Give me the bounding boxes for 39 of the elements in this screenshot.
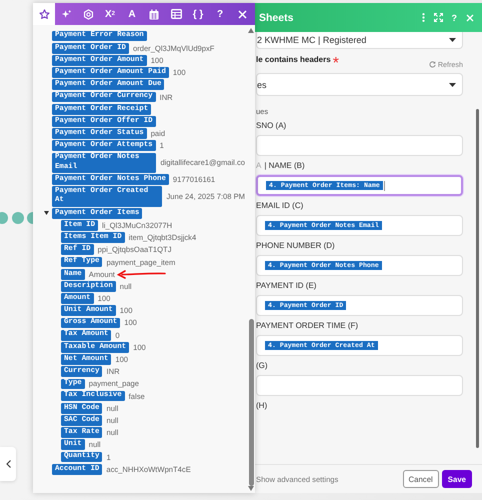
text-cursor	[384, 180, 385, 190]
chevron-left-icon	[6, 460, 10, 468]
scroll-up-icon[interactable]	[248, 28, 254, 33]
dropdown-caret-icon	[449, 82, 456, 86]
input-field[interactable]	[256, 135, 463, 156]
table-icon	[170, 9, 182, 19]
expand-icon[interactable]	[434, 13, 442, 22]
expand-caret-icon[interactable]	[44, 211, 49, 216]
field-label: PAYMENT ID (E)	[256, 281, 316, 291]
field-label: | NAME (B)	[264, 161, 305, 171]
sparkle-icon	[60, 8, 72, 20]
field-label: EMAIL ID (C)	[256, 201, 304, 211]
calendar-icon	[149, 8, 159, 20]
panel-title: Sheets	[259, 12, 294, 24]
field-label: SNO (A)	[256, 121, 286, 131]
module-dots-drawing	[0, 211, 33, 225]
connection-select[interactable]: 2 KWHME MC | Registered	[256, 32, 463, 49]
picker-tab[interactable]	[33, 3, 55, 25]
picker-tab[interactable]: { }	[187, 3, 209, 25]
dropdown-caret-icon	[449, 38, 456, 42]
picker-tab[interactable]: X$^{2}$	[99, 3, 121, 25]
field-label: (G)	[256, 361, 268, 371]
gear-icon	[82, 8, 94, 20]
picker-tab[interactable]: A	[121, 3, 143, 25]
scrollbar-thumb[interactable]	[248, 318, 254, 486]
refresh-icon	[428, 60, 436, 68]
star-icon	[38, 8, 50, 20]
scrollbar-thumb[interactable]	[476, 109, 479, 448]
field-label: PHONE NUMBER (D)	[256, 241, 335, 251]
field-label: le contains headers	[256, 55, 331, 66]
picker-tab[interactable]: ?	[209, 3, 231, 25]
field-label: (H)	[256, 401, 268, 411]
required-mark: *	[332, 55, 339, 73]
more-icon[interactable]	[422, 13, 424, 22]
close-icon	[238, 10, 246, 18]
field-label: PAYMENT ORDER TIME (F)	[256, 321, 358, 331]
headers-select[interactable]: es	[256, 73, 463, 96]
field-prefix: A	[256, 161, 262, 171]
input-field[interactable]	[256, 375, 463, 396]
